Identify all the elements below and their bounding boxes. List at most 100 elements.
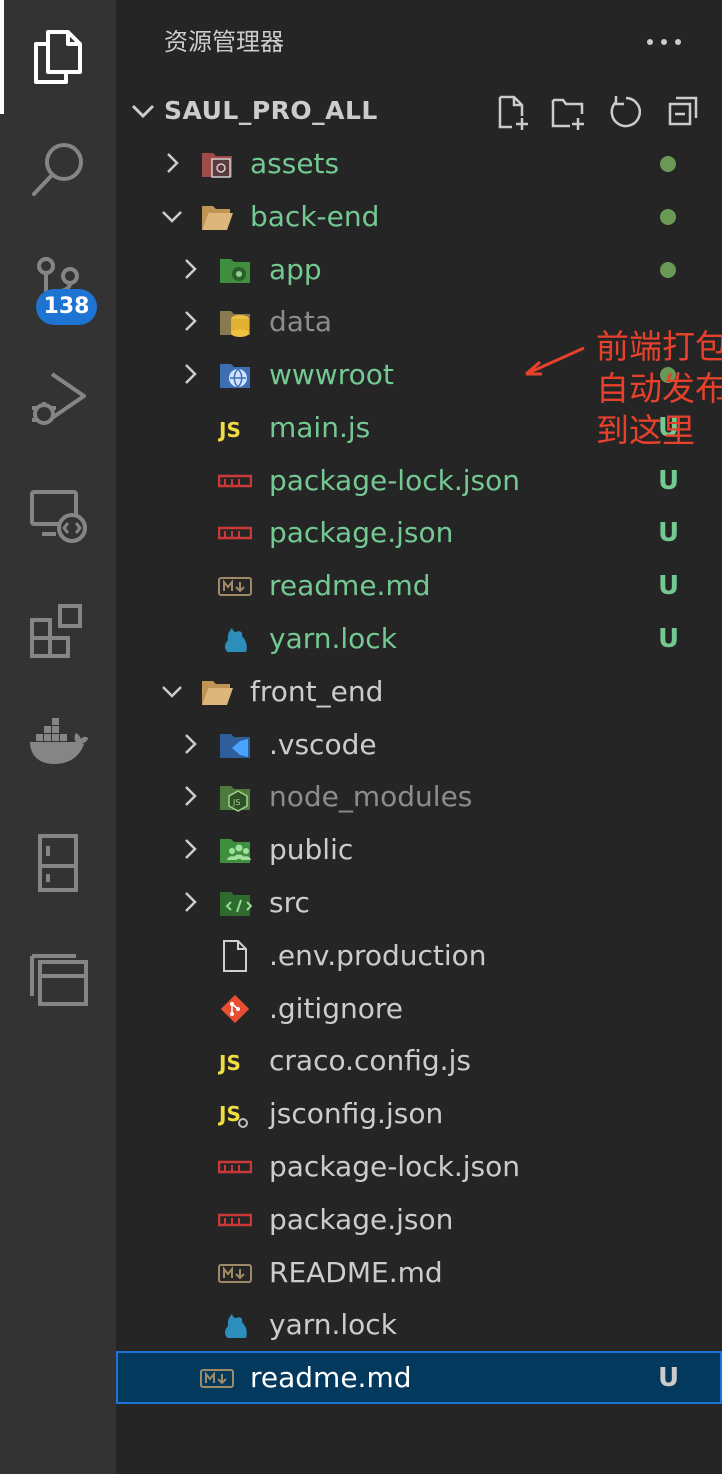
tree-item-label: src xyxy=(269,886,310,919)
extensions-icon[interactable] xyxy=(26,598,90,662)
activity-bar: 138 xyxy=(0,0,116,1474)
folder-src-icon xyxy=(218,886,253,920)
tree-item-label: .env.production xyxy=(269,939,487,972)
chevron-down-icon[interactable] xyxy=(130,98,156,124)
workspace-root-label: SAUL_PRO_ALL xyxy=(164,96,378,125)
yarn-file-icon xyxy=(218,622,252,656)
active-indicator xyxy=(0,0,4,114)
tree-item-readme-md[interactable]: readme.md U xyxy=(116,559,722,612)
npm-file-icon xyxy=(217,516,253,550)
tree-item-label: .vscode xyxy=(269,728,377,761)
tree-item-src[interactable]: src xyxy=(116,876,722,929)
annotation-line-2: 自动发布 xyxy=(596,369,722,408)
search-icon[interactable] xyxy=(26,138,90,202)
folder-data-icon xyxy=(218,305,252,339)
annotation-text: 前端打包 自动发布 到这里 xyxy=(596,326,722,452)
modified-dot xyxy=(660,156,676,172)
modified-dot xyxy=(660,209,676,225)
svg-text:JS: JS xyxy=(218,1051,241,1075)
tree-item-label: node_modules xyxy=(269,780,473,813)
folder-open-icon xyxy=(200,675,234,709)
tree-item-yarn-lock[interactable]: yarn.lock U xyxy=(116,612,722,665)
tree-item-label: wwwroot xyxy=(269,358,394,391)
run-debug-icon[interactable] xyxy=(26,366,90,430)
untracked-status: U xyxy=(658,624,680,654)
tree-item-label: package-lock.json xyxy=(269,1150,520,1183)
tree-item-package-json[interactable]: package.json U xyxy=(116,506,722,559)
annotation-line-1: 前端打包 xyxy=(596,327,722,366)
tree-item-readme-md-selected[interactable]: readme.md U xyxy=(116,1351,722,1404)
tree-item-label: package.json xyxy=(269,1203,454,1236)
tree-item-app[interactable]: app xyxy=(116,243,722,296)
chevron-right-icon[interactable] xyxy=(178,257,202,281)
tree-item-back-end[interactable]: back-end xyxy=(116,190,722,243)
tree-item-gitignore[interactable]: .gitignore xyxy=(116,982,722,1035)
remote-explorer-icon[interactable] xyxy=(26,482,90,546)
panels-icon[interactable] xyxy=(26,946,90,1010)
annotation-line-3: 到这里 xyxy=(596,411,695,450)
refresh-icon[interactable] xyxy=(608,94,644,130)
javascript-file-icon: JS xyxy=(217,411,252,445)
collapse-all-icon[interactable] xyxy=(666,94,702,130)
chevron-right-icon[interactable] xyxy=(178,784,202,808)
tree-item-public[interactable]: public xyxy=(116,823,722,876)
workspace-root-header[interactable]: SAUL_PRO_ALL xyxy=(116,86,722,136)
tree-item-label: package.json xyxy=(269,516,454,549)
modified-dot xyxy=(660,262,676,278)
tree-item-craco-config-js[interactable]: JS craco.config.js xyxy=(116,1034,722,1087)
markdown-file-icon xyxy=(218,569,252,603)
npm-file-icon xyxy=(217,1203,253,1237)
database-icon[interactable] xyxy=(26,830,90,894)
new-file-icon[interactable] xyxy=(494,94,530,130)
folder-public-icon xyxy=(218,833,252,867)
tree-item-assets[interactable]: assets xyxy=(116,137,722,190)
tree-item-jsconfig-json[interactable]: JS jsconfig.json xyxy=(116,1087,722,1140)
tree-item-label: yarn.lock xyxy=(269,1308,397,1341)
tree-item-label: README.md xyxy=(269,1256,443,1289)
javascript-file-icon: JS xyxy=(217,1044,252,1078)
folder-vscode-icon xyxy=(218,728,252,762)
chevron-down-icon[interactable] xyxy=(160,204,184,228)
tree-item-package-json[interactable]: package.json xyxy=(116,1193,722,1246)
tree-item-label: main.js xyxy=(269,411,371,444)
yarn-file-icon xyxy=(218,1308,252,1342)
svg-text:JS: JS xyxy=(218,418,241,442)
tree-item-readme-md-upper[interactable]: README.md xyxy=(116,1246,722,1299)
chevron-right-icon[interactable] xyxy=(178,837,202,861)
markdown-file-icon xyxy=(200,1361,234,1395)
docker-icon[interactable] xyxy=(26,712,90,776)
tree-item-package-lock-json[interactable]: package-lock.json U xyxy=(116,454,722,507)
tree-item-package-lock-json[interactable]: package-lock.json xyxy=(116,1140,722,1193)
git-file-icon xyxy=(218,992,252,1026)
more-actions-icon[interactable] xyxy=(644,26,684,58)
tree-item-node-modules[interactable]: JS node_modules xyxy=(116,770,722,823)
folder-www-icon xyxy=(218,358,252,392)
chevron-right-icon[interactable] xyxy=(160,151,184,175)
explorer-icon[interactable] xyxy=(26,24,90,88)
tree-item-label: package-lock.json xyxy=(269,464,520,497)
explorer-sidebar: 资源管理器 SAUL_PRO_ALL assets back-end app d… xyxy=(116,0,722,1474)
new-folder-icon[interactable] xyxy=(550,94,586,130)
chevron-down-icon[interactable] xyxy=(160,679,184,703)
chevron-right-icon[interactable] xyxy=(178,890,202,914)
tree-item-label: craco.config.js xyxy=(269,1044,471,1077)
tree-item-vscode[interactable]: .vscode xyxy=(116,718,722,771)
tree-item-label: front_end xyxy=(250,675,384,708)
chevron-right-icon[interactable] xyxy=(178,309,202,333)
untracked-status: U xyxy=(658,1363,680,1393)
tree-item-label: data xyxy=(269,305,333,338)
chevron-right-icon[interactable] xyxy=(178,732,202,756)
jsconfig-file-icon: JS xyxy=(217,1097,252,1131)
svg-text:JS: JS xyxy=(232,798,240,807)
explorer-title: 资源管理器 xyxy=(164,28,284,56)
npm-file-icon xyxy=(217,464,253,498)
npm-file-icon xyxy=(217,1150,253,1184)
tree-item-env-production[interactable]: .env.production xyxy=(116,929,722,982)
tree-item-yarn-lock[interactable]: yarn.lock xyxy=(116,1298,722,1351)
tree-item-label: .gitignore xyxy=(269,992,403,1025)
folder-app-icon xyxy=(218,253,252,287)
tree-item-label: jsconfig.json xyxy=(269,1097,444,1130)
tree-item-label: assets xyxy=(250,147,340,180)
tree-item-front-end[interactable]: front_end xyxy=(116,665,722,718)
chevron-right-icon[interactable] xyxy=(178,362,202,386)
